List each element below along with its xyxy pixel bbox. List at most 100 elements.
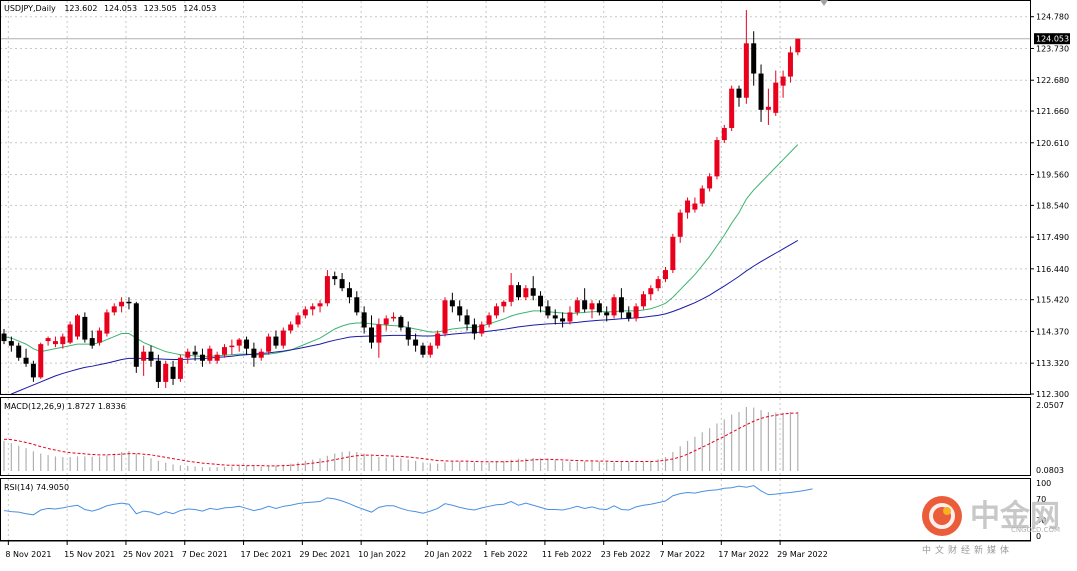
candle-body — [8, 341, 14, 346]
price-tick-label: 117.490 — [1036, 233, 1069, 242]
candle — [479, 321, 485, 337]
time-tick-label: 25 Nov 2021 — [123, 550, 174, 559]
candle-body — [648, 288, 654, 295]
candle-body — [530, 288, 536, 296]
candle — [266, 333, 272, 355]
svg-text:USDJPY,Daily 123.602: USDJPY,Daily 123.602 124.053 123.505 124… — [4, 4, 216, 13]
candle-body — [38, 344, 44, 378]
cngold-watermark: 中金网 CNGOLD.COM 中文财经新媒体 — [922, 496, 1060, 556]
candle — [324, 270, 330, 307]
candle-body — [141, 351, 147, 361]
candle — [383, 315, 389, 331]
candle-body — [736, 88, 742, 98]
time-tick-label: 7 Mar 2022 — [660, 550, 706, 559]
candle — [611, 294, 617, 319]
candle — [119, 297, 125, 313]
candle — [523, 285, 529, 301]
candle-body — [633, 306, 639, 319]
macd-signal-line — [3, 412, 798, 467]
candle — [692, 197, 698, 213]
candle-body — [471, 324, 477, 334]
candle — [699, 185, 705, 207]
candle-body — [685, 200, 691, 213]
moving-average-slow-line — [11, 239, 799, 395]
time-tick-label: 11 Feb 2022 — [542, 550, 592, 559]
candle-body — [765, 106, 771, 110]
candle-body — [251, 348, 257, 358]
candle — [795, 38, 801, 56]
candle-body — [523, 288, 529, 298]
candle-body — [302, 309, 308, 316]
candle — [332, 271, 338, 286]
time-axis: 8 Nov 2021 15 Nov 2021 25 Nov 2021 7 Dec 20… — [5, 541, 828, 559]
candle-body — [207, 348, 213, 361]
candle — [30, 360, 36, 382]
time-tick-label: 10 Jan 2022 — [358, 550, 406, 559]
candle-body — [148, 351, 154, 361]
candle-body — [310, 306, 316, 310]
candle-body — [376, 324, 382, 343]
macd-panel-frame — [0, 397, 1031, 476]
time-tick-label: 8 Nov 2021 — [5, 550, 51, 559]
candle-body — [567, 312, 573, 322]
price-tick-label: 115.420 — [1036, 296, 1069, 305]
candle-body — [677, 212, 683, 237]
candle — [765, 88, 771, 125]
candle-body — [552, 315, 558, 319]
candle-body — [236, 339, 242, 346]
rsi-line — [3, 485, 813, 516]
candle-body — [405, 327, 411, 340]
rsi-level-label: 100 — [1036, 479, 1051, 488]
candle — [369, 315, 374, 349]
candle-body — [288, 324, 294, 331]
candle-body — [104, 312, 110, 334]
time-tick-label: 29 Mar 2022 — [777, 550, 828, 559]
candle-body — [111, 306, 117, 313]
candle — [457, 300, 463, 322]
candle — [758, 64, 764, 122]
candle-body — [640, 294, 646, 307]
time-tick-label: 17 Mar 2022 — [718, 550, 769, 559]
watermark-subtitle: 中文财经新媒体 — [922, 544, 1013, 556]
candle — [427, 342, 433, 358]
candle-body — [244, 339, 250, 349]
candle-body — [163, 363, 169, 382]
candle — [391, 312, 397, 322]
candle — [442, 297, 448, 337]
candle — [655, 276, 661, 292]
macd-top-value: 2.0507 — [1036, 401, 1064, 410]
candle-body — [75, 315, 80, 337]
candle-body — [317, 303, 323, 307]
candle — [75, 313, 80, 340]
candle — [317, 300, 323, 313]
candle-body — [16, 345, 22, 358]
candle — [67, 321, 73, 345]
candle — [148, 345, 154, 367]
candle — [618, 288, 624, 319]
candle — [596, 300, 602, 316]
candle-body — [493, 306, 499, 316]
candle-body — [383, 318, 389, 325]
macd-label: MACD(12,26,9) 1.8727 1.8336 — [4, 402, 126, 411]
candle-body — [545, 306, 551, 316]
chart-shift-marker[interactable] — [820, 0, 828, 6]
candle-body — [663, 270, 668, 280]
candle-body — [773, 82, 779, 113]
candle — [471, 318, 477, 340]
candle-body — [743, 43, 749, 98]
candle-body — [391, 316, 397, 319]
candle — [339, 273, 345, 292]
rsi-label: RSI(14) 74.9050 — [4, 483, 69, 492]
candle — [545, 300, 551, 319]
grid — [0, 1, 1031, 540]
candle-body — [398, 316, 404, 328]
candle-body — [611, 297, 617, 316]
candle-body — [89, 338, 95, 346]
candle-body — [596, 303, 602, 313]
candle-body — [126, 301, 132, 304]
candle-body — [464, 315, 470, 325]
time-tick-label: 1 Feb 2022 — [483, 550, 528, 559]
price-tick-label: 120.610 — [1036, 139, 1069, 148]
candle — [751, 31, 757, 86]
time-tick-label: 20 Jan 2022 — [424, 550, 472, 559]
